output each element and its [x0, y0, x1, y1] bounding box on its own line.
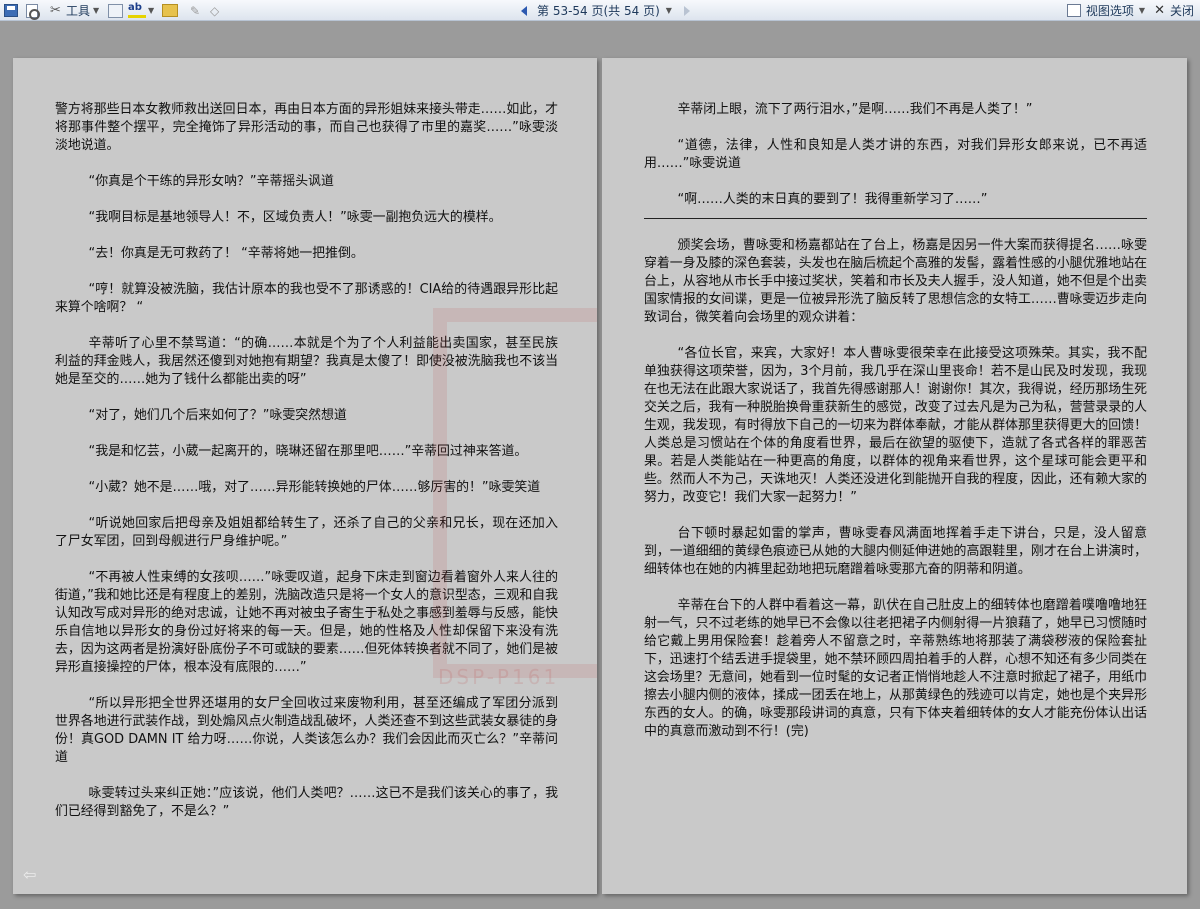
right-page-text: 辛蒂闭上眼，流下了两行泪水，”是啊……我们不再是人类了！” “道德，法律，人性和… — [644, 101, 1147, 759]
eraser-icon: ◇ — [210, 3, 220, 18]
page-navigator: 第 53-54 页(共 54 页) ▼ — [521, 2, 690, 19]
close-icon[interactable]: ✕ — [1154, 3, 1165, 18]
paragraph: “你真是个干练的异形女呐？”辛蒂摇头讽道 — [88, 174, 334, 189]
pen-icon: ✎ — [190, 3, 201, 18]
paragraph: “我啊目标是基地领导人！不，区域负责人！”咏雯一副抱负远大的模样。 — [88, 210, 502, 225]
left-page: 警方将那些日本女教师救出送回日本，再由日本方面的异形姐妹来接头带走……如此，才将… — [13, 58, 597, 894]
paragraph: “去！你真是无可救药了！ “辛蒂将她一把推倒。 — [88, 246, 364, 261]
reading-toolbar: ✂ 工具 ▼ ab ▼ ✎ ◇ 第 53-54 页(共 54 页) ▼ 视图选项… — [0, 0, 1200, 21]
paragraph: “啊……人类的末日真的要到了！我得重新学习了……” — [677, 192, 988, 207]
paragraph: 颁奖会场，曹咏雯和杨嘉都站在了台上，杨嘉是因另一件大案而获得提名……咏雯穿着一身… — [644, 238, 1147, 325]
section-divider — [644, 218, 1147, 219]
paragraph: “听说她回家后把母亲及姐姐都给转生了，还杀了自己的父亲和兄长，现在还加入了尸女军… — [55, 516, 558, 549]
previous-page-icon[interactable] — [521, 5, 527, 16]
paragraph: 警方将那些日本女教师救出送回日本，再由日本方面的异形姐妹来接头带走……如此，才将… — [55, 102, 558, 153]
tools-icon: ✂ — [50, 2, 61, 18]
paragraph: “我是和忆芸，小葳一起离开的，晓琳还留在那里吧……”辛蒂回过神来答道。 — [88, 444, 528, 459]
paragraph: “对了，她们几个后来如何了？”咏雯突然想道 — [88, 408, 347, 423]
paragraph: “所以异形把全世界还堪用的女尸全回收过来废物利用，甚至还编成了军团分派到世界各地… — [55, 696, 558, 765]
print-preview-icon — [26, 3, 40, 20]
left-page-text: 警方将那些日本女教师救出送回日本，再由日本方面的异形姐妹来接头带走……如此，才将… — [55, 101, 558, 839]
paragraph: 辛蒂在台下的人群中看着这一幕，趴伏在自己肚皮上的细转体也磨蹭着噗噜噜地狂射一气，… — [644, 598, 1147, 739]
chevron-down-icon: ▼ — [93, 6, 100, 15]
tools-menu-button[interactable]: ✂ 工具 ▼ — [50, 2, 99, 19]
spelling-button[interactable]: ab ▼ — [128, 2, 154, 19]
next-page-icon[interactable] — [683, 5, 690, 16]
view-options-icon — [1066, 4, 1081, 17]
open-folder-button[interactable] — [162, 2, 178, 19]
view-options-button[interactable]: 视图选项 — [1086, 2, 1134, 19]
close-button[interactable]: 关闭 — [1170, 2, 1194, 19]
paragraph: 咏雯转过头来纠正她：”应该说，他们人类吧？……这已不是我们该关心的事了，我们已经… — [55, 786, 558, 819]
tools-label: 工具 — [66, 4, 91, 18]
research-button[interactable] — [108, 2, 123, 19]
paragraph: 辛蒂闭上眼，流下了两行泪水，”是啊……我们不再是人类了！” — [677, 102, 1033, 117]
right-page: 辛蒂闭上眼，流下了两行泪水，”是啊……我们不再是人类了！” “道德，法律，人性和… — [602, 58, 1187, 894]
watermark-text: DSP-P161 — [438, 665, 560, 689]
comment-button[interactable]: ◇ — [210, 2, 224, 19]
paragraph: “小葳？她不是……哦，对了……异形能转换她的尸体……够厉害的！”咏雯笑道 — [88, 480, 541, 495]
chevron-down-icon[interactable]: ▼ — [1139, 6, 1145, 15]
folder-icon — [162, 4, 178, 17]
paragraph: 台下顿时暴起如雷的掌声，曹咏雯春风满面地挥着手走下讲台，只是，没人留意到，一道细… — [644, 526, 1147, 577]
chevron-down-icon: ▼ — [148, 6, 155, 15]
spelling-icon: ab — [128, 3, 146, 18]
paragraph: “道德，法律，人性和良知是人类才讲的东西，对我们异形女郎来说，已不再适用……”咏… — [644, 138, 1147, 171]
view-tools: 视图选项 ▼ ✕ 关闭 — [1066, 2, 1194, 19]
highlight-button[interactable]: ✎ — [190, 2, 204, 19]
paragraph: 辛蒂听了心里不禁骂道：“的确……本就是个为了个人利益能出卖国家，甚至民族利益的拜… — [55, 336, 558, 387]
save-button[interactable] — [4, 2, 18, 19]
paragraph: “各位长官，来宾，大家好！本人曹咏雯很荣幸在此接受这项殊荣。其实，我不配单独获得… — [644, 346, 1147, 505]
chevron-down-icon[interactable]: ▼ — [666, 6, 672, 15]
save-icon — [4, 4, 18, 17]
back-arrow-icon[interactable]: ⇦ — [23, 865, 36, 884]
research-icon — [108, 3, 123, 18]
page-indicator[interactable]: 第 53-54 页(共 54 页) — [537, 2, 660, 19]
print-preview-button[interactable] — [26, 2, 40, 20]
paragraph: “不再被人性束缚的女孩呗……”咏雯叹道，起身下床走到窗边看着窗外人来人往的街道，… — [55, 570, 558, 675]
paragraph: “哼！就算没被洗脑，我估计原本的我也受不了那诱惑的！CIA给的待遇跟异形比起来算… — [55, 282, 558, 315]
